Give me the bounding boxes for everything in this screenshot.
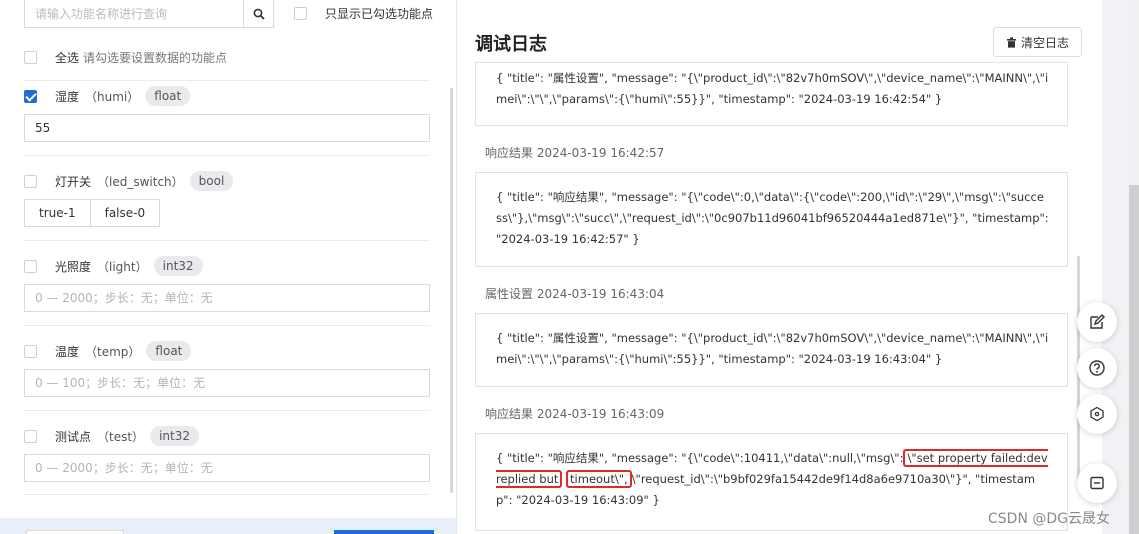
function-item-temp: 温度 （temp） float	[24, 341, 430, 397]
item-name: 光照度	[55, 259, 92, 274]
function-point-panel: 只显示已勾选功能点 全选 请勾选要设置数据的功能点 湿度 （humi） floa…	[0, 0, 456, 534]
share-icon	[1090, 406, 1104, 422]
test-value-input[interactable]	[24, 454, 430, 482]
bool-true-button[interactable]: true-1	[24, 199, 91, 227]
footer-primary-button[interactable]	[334, 530, 434, 534]
divider	[24, 155, 430, 156]
type-tag: int32	[150, 426, 199, 446]
select-all-label: 全选	[55, 51, 80, 65]
page-scrollbar[interactable]	[1129, 0, 1139, 534]
debug-log-panel: 调试日志 清空日志 { "title": "属性设置", "message": …	[456, 0, 1102, 534]
bool-option-group: true-1 false-0	[24, 199, 430, 227]
watermark: CSDN @DG云晟女	[988, 511, 1110, 527]
select-all-checkbox[interactable]	[24, 51, 37, 64]
type-tag: int32	[153, 256, 203, 276]
item-identifier: （led_switch）	[97, 174, 184, 189]
only-checked-checkbox[interactable]	[294, 7, 307, 20]
led-switch-checkbox[interactable]	[24, 174, 37, 188]
log-entry-body: { "title": "属性设置", "message": "{\"produc…	[475, 313, 1068, 387]
item-identifier: （humi）	[85, 89, 140, 104]
divider	[24, 494, 430, 495]
log-title: 调试日志	[475, 34, 547, 55]
trash-icon	[1006, 36, 1016, 48]
temp-checkbox[interactable]	[24, 344, 37, 358]
highlight-error-timeout: timeout\",	[566, 470, 632, 488]
edit-icon	[1090, 314, 1105, 329]
divider	[24, 325, 430, 326]
clear-log-label: 清空日志	[1020, 35, 1069, 50]
type-tag: bool	[189, 171, 234, 191]
function-item-humi: 湿度 （humi） float	[24, 86, 430, 142]
type-tag: float	[145, 86, 191, 106]
collapse-tool-button[interactable]	[1077, 463, 1117, 503]
select-all-row: 全选 请勾选要设置数据的功能点	[24, 49, 227, 66]
function-item-light: 光照度 （light） int32	[24, 256, 430, 312]
search-bar	[24, 0, 274, 28]
log-entry-header: 响应结果 2024-03-19 16:42:57	[485, 146, 665, 160]
item-name: 温度	[55, 344, 80, 359]
divider	[24, 410, 430, 411]
log-entry-body-error: { "title": "响应结果", "message": "{\"code\"…	[475, 433, 1068, 531]
function-item-led-switch: 灯开关 （led_switch） bool true-1 false-0	[24, 171, 430, 227]
humi-checkbox[interactable]	[24, 89, 37, 103]
bool-false-button[interactable]: false-0	[90, 199, 161, 227]
page-scrollbar-thumb[interactable]	[1129, 185, 1139, 534]
clear-log-button[interactable]: 清空日志	[993, 27, 1082, 57]
item-identifier: （light）	[97, 259, 148, 274]
only-checked-label: 只显示已勾选功能点	[325, 7, 434, 21]
help-tool-button[interactable]	[1077, 348, 1117, 388]
item-name: 湿度	[55, 89, 80, 104]
edit-tool-button[interactable]	[1077, 302, 1117, 342]
log-entry-header: 属性设置 2024-03-19 16:43:04	[485, 287, 665, 301]
function-item-test: 测试点 （test） int32	[24, 426, 430, 482]
item-name: 灯开关	[55, 174, 92, 189]
divider	[24, 240, 430, 241]
test-checkbox[interactable]	[24, 429, 37, 443]
left-scrollbar[interactable]	[450, 88, 453, 493]
search-button[interactable]	[244, 0, 274, 28]
footer-secondary-button[interactable]	[26, 530, 124, 534]
item-name: 测试点	[55, 429, 92, 444]
select-all-hint: 请勾选要设置数据的功能点	[83, 51, 228, 65]
item-identifier: （test）	[97, 429, 145, 444]
temp-value-input[interactable]	[24, 369, 430, 397]
search-icon	[253, 8, 265, 20]
log-text: { "title": "响应结果", "message": "{\"code\"…	[496, 451, 904, 465]
search-input[interactable]	[24, 0, 244, 28]
humi-value-input[interactable]	[24, 114, 430, 142]
only-checked-filter[interactable]: 只显示已勾选功能点	[294, 5, 433, 22]
light-value-input[interactable]	[24, 284, 430, 312]
help-icon	[1089, 360, 1105, 376]
item-identifier: （temp）	[85, 344, 141, 359]
light-checkbox[interactable]	[24, 259, 37, 273]
divider	[24, 80, 430, 81]
type-tag: float	[146, 341, 192, 361]
collapse-icon	[1090, 476, 1104, 490]
log-entry-header: 响应结果 2024-03-19 16:43:09	[485, 407, 665, 421]
share-tool-button[interactable]	[1077, 394, 1117, 434]
log-entry-body: { "title": "属性设置", "message": "{\"produc…	[475, 62, 1068, 126]
log-entry-body: { "title": "响应结果", "message": "{\"code\"…	[475, 172, 1068, 267]
